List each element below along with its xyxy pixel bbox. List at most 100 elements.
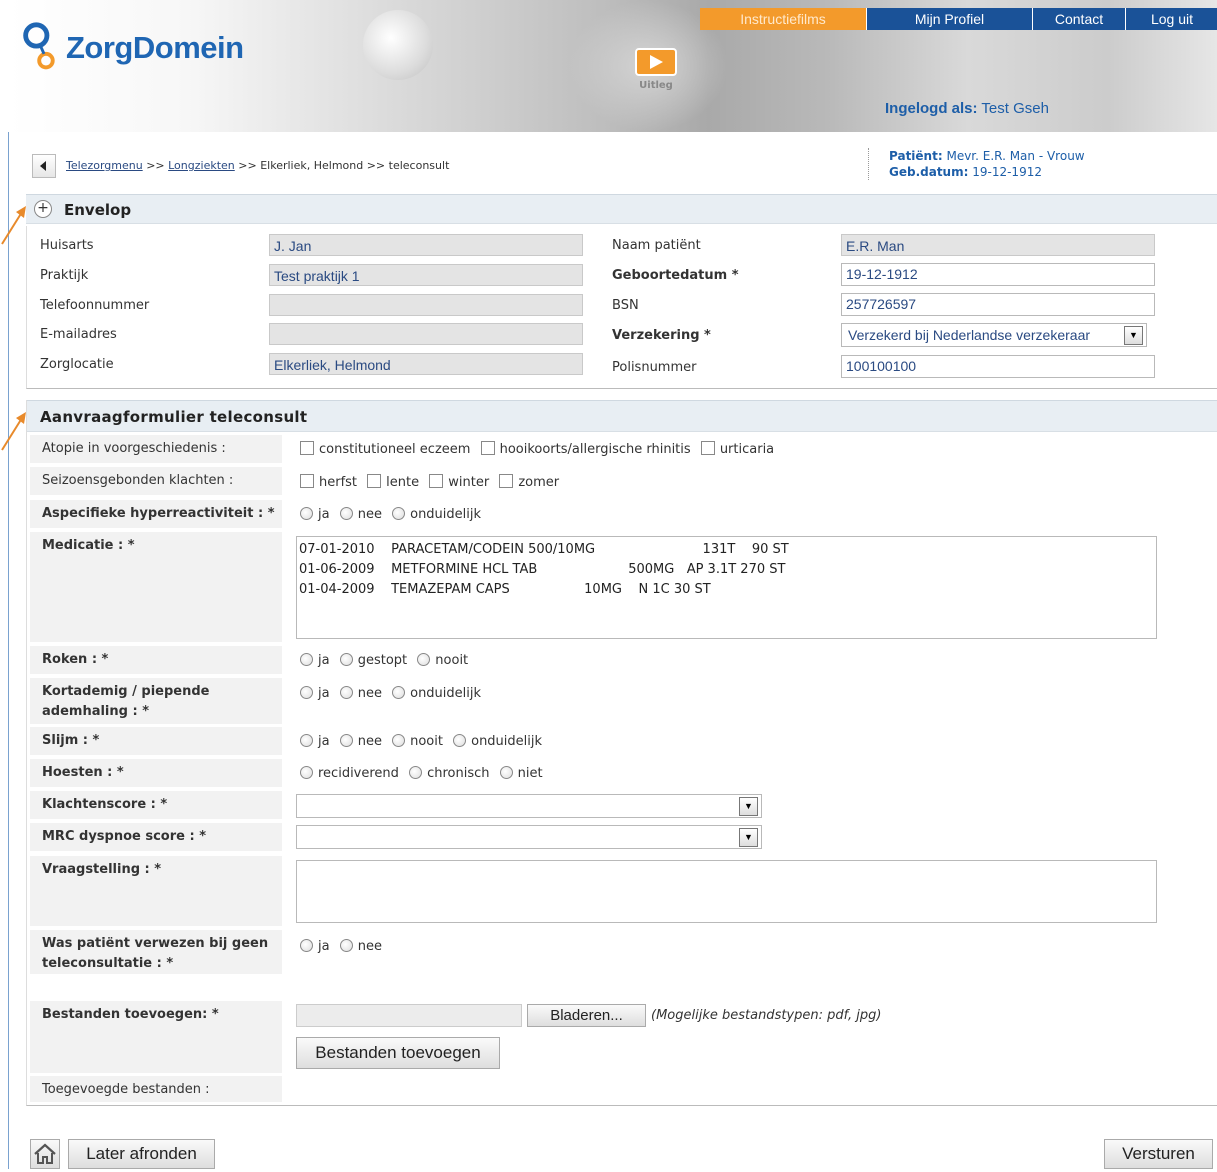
dropdown-arrow-icon[interactable]: ▼ [1124,326,1143,345]
option-label: lente [386,475,420,490]
uitleg-video-button[interactable]: Uitleg [628,48,684,104]
logged-in-info: Ingelogd als: Test Gseh [885,100,1049,117]
seizoen-options: herfst lente winter zomer [300,474,565,490]
polisnummer-input[interactable]: 100100100 [841,355,1155,378]
bsn-label: BSN [612,298,639,313]
radio-hyper-nee[interactable] [339,507,353,520]
option-label: herfst [319,475,358,490]
slijm-label: Slijm : * [30,727,282,755]
hyperreactiviteit-label: Aspecifieke hyperreactiviteit : * [30,500,282,528]
radio-verwezen-ja[interactable] [300,939,313,952]
radio-roken-nooit[interactable] [417,653,431,666]
dropdown-arrow-icon[interactable]: ▼ [739,797,758,816]
huisarts-label: Huisarts [40,238,94,253]
option-label: nooit [410,734,443,749]
nav-mijn-profiel[interactable]: Mijn Profiel [867,8,1033,30]
kortademig-label: Kortademig / piepende ademhaling : * [30,678,282,724]
checkbox-urticaria[interactable] [700,441,715,455]
huisarts-field: J. Jan [269,234,583,256]
atopie-options: constitutioneel eczeem hooikoorts/allerg… [300,441,780,457]
nav-log-uit[interactable]: Log uit [1126,8,1217,30]
verzekering-label: Verzekering * [612,328,711,343]
emailadres-label: E-mailadres [40,327,117,342]
slijm-options: ja nee nooit onduidelijk [300,734,548,749]
logged-in-user: Test Gseh [981,100,1049,117]
radio-roken-gestopt[interactable] [339,653,353,666]
option-label: onduidelijk [471,734,543,749]
option-label: ja [318,653,330,668]
radio-hoesten-chronisch[interactable] [409,766,423,779]
option-label: ja [318,734,330,749]
mrc-select[interactable]: ▼ [296,825,762,849]
envelop-panel: Huisarts J. Jan Praktijk Test praktijk 1… [26,226,1217,389]
radio-kortademig-onduidelijk[interactable] [392,686,406,699]
radio-kortademig-nee[interactable] [339,686,353,699]
option-label: chronisch [427,766,490,781]
radio-hoesten-niet[interactable] [499,766,513,779]
vraagstelling-textarea[interactable] [296,860,1157,923]
option-label: ja [318,939,330,954]
checkbox-winter[interactable] [429,474,444,488]
bsn-input[interactable]: 257726597 [841,293,1155,316]
radio-slijm-ja[interactable] [300,734,313,747]
option-label: hooikoorts/allergische rhinitis [499,442,691,457]
radio-roken-ja[interactable] [300,653,313,666]
telefoonnummer-field [269,294,583,316]
browse-button[interactable]: Bladeren... [527,1004,646,1027]
checkbox-constitutioneel-eczeem[interactable] [300,441,314,455]
medicatie-line: 01-06-2009 METFORMINE HCL TAB 500MG AP 3… [299,562,786,577]
nav-instructiefilms[interactable]: Instructiefilms [700,8,867,30]
radio-hoesten-recidiverend[interactable] [300,766,313,779]
medicatie-textarea[interactable]: 07-01-2010 PARACETAM/CODEIN 500/10MG 131… [296,536,1157,639]
medicatie-label: Medicatie : * [30,532,282,642]
versturen-button[interactable]: Versturen [1104,1139,1213,1169]
zorgdomein-logo-icon [23,22,55,70]
hyperreactiviteit-options: ja nee onduidelijk [300,507,487,522]
later-afronden-button[interactable]: Later afronden [68,1139,215,1169]
file-path-input[interactable] [296,1004,522,1027]
zorglocatie-label: Zorglocatie [40,357,114,372]
naam-patient-field: E.R. Man [841,234,1155,256]
breadcrumb-telezorgmenu[interactable]: Telezorgmenu [66,159,143,172]
seizoen-label: Seizoensgebonden klachten : [30,467,282,495]
expand-plus-icon[interactable]: + [34,200,52,218]
breadcrumb-longziekten[interactable]: Longziekten [168,159,235,172]
checkbox-lente[interactable] [367,474,382,488]
radio-slijm-nee[interactable] [339,734,353,747]
medicatie-line: 07-01-2010 PARACETAM/CODEIN 500/10MG 131… [299,542,789,557]
option-label: zomer [518,475,560,490]
top-navigation: Instructiefilms Mijn Profiel Contact Log… [700,8,1217,30]
patient-dob: 19-12-1912 [972,165,1042,179]
klachtenscore-select[interactable]: ▼ [296,794,762,818]
naam-patient-label: Naam patiënt [612,238,701,253]
dropdown-arrow-icon[interactable]: ▼ [739,828,758,847]
roken-options: ja gestopt nooit [300,653,474,668]
patient-value: Mevr. E.R. Man - Vrouw [946,149,1085,163]
nav-contact[interactable]: Contact [1033,8,1126,30]
bestanden-label: Bestanden toevoegen: * [30,1001,282,1073]
option-label: onduidelijk [410,686,482,701]
back-button[interactable] [32,154,56,178]
toegevoegd-label: Toegevoegde bestanden : [30,1076,282,1102]
envelop-header[interactable]: + Envelop [26,194,1217,224]
radio-slijm-onduidelijk[interactable] [453,734,467,747]
radio-verwezen-nee[interactable] [339,939,353,952]
geboortedatum-input[interactable]: 19-12-1912 [841,263,1155,286]
checkbox-hooikoorts[interactable] [480,441,495,455]
radio-hyper-ja[interactable] [300,507,313,520]
zorglocatie-field: Elkerliek, Helmond [269,353,583,375]
verzekering-select[interactable]: Verzekerd bij Nederlandse verzekeraar ▼ [841,323,1147,347]
add-files-button[interactable]: Bestanden toevoegen [296,1037,500,1069]
geboortedatum-label: Geboortedatum * [612,268,739,283]
radio-hyper-onduidelijk[interactable] [392,507,406,520]
brand-name: ZorgDomein [66,30,244,65]
option-label: nee [357,686,382,701]
emailadres-field [269,323,583,345]
hoesten-options: recidiverend chronisch niet [300,766,549,781]
home-button[interactable] [30,1139,60,1169]
radio-slijm-nooit[interactable] [392,734,406,747]
checkbox-herfst[interactable] [300,474,314,488]
hoesten-label: Hoesten : * [30,759,282,787]
checkbox-zomer[interactable] [499,474,514,488]
radio-kortademig-ja[interactable] [300,686,313,699]
